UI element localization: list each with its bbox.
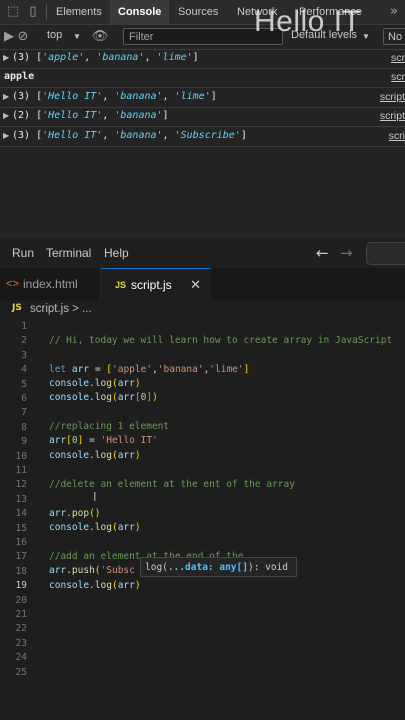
code-line-5[interactable]: console.log(arr)	[49, 378, 141, 389]
devtools-panel: ⬚ ▯ Elements Console Sources Network Per…	[0, 0, 405, 238]
chevron-down-icon[interactable]: ▼	[73, 32, 81, 41]
expand-arrow-icon[interactable]: ▶	[3, 92, 9, 101]
close-icon[interactable]: ✕	[190, 269, 201, 301]
line-number: 12	[15, 479, 27, 491]
editor-tabs: <> index.html JS script.js ✕	[0, 268, 405, 300]
line-number: 22	[15, 623, 27, 635]
menu-help[interactable]: Help	[104, 246, 129, 260]
command-center[interactable]	[366, 242, 405, 265]
clear-console-icon[interactable]: ⊘	[14, 28, 32, 46]
line-number: 23	[15, 637, 27, 649]
line-number: 24	[15, 652, 27, 664]
console-value: apple	[4, 71, 35, 82]
console-array: (2) ['Hello IT', 'banana']	[12, 110, 169, 121]
line-number: 20	[15, 594, 27, 606]
tab-console[interactable]: Console	[110, 0, 170, 24]
tab-script-js[interactable]: JS script.js ✕	[101, 268, 211, 300]
eye-icon[interactable]: 👁	[91, 28, 109, 46]
console-message[interactable]: ▶ (3) ['Hello IT', 'banana', 'Subscribe'…	[0, 128, 405, 147]
expand-arrow-icon[interactable]: ▶	[3, 53, 9, 62]
divider	[46, 4, 47, 20]
source-link[interactable]: script	[380, 110, 405, 122]
code-line-10[interactable]: console.log(arr)	[49, 450, 141, 461]
line-number: 14	[15, 508, 27, 520]
tab-index-html[interactable]: <> index.html	[0, 268, 101, 300]
line-number: 11	[15, 465, 27, 476]
line-number: 4	[21, 364, 27, 376]
line-number: 17	[15, 551, 27, 563]
expand-arrow-icon[interactable]: ▶	[3, 111, 9, 120]
line-number: 13	[15, 493, 27, 505]
code-line-8[interactable]: //replacing 1 element	[49, 421, 169, 432]
code-line-2[interactable]: // Hi, today we will learn how to create…	[49, 335, 392, 346]
watermark-logo: Hello IT	[254, 5, 362, 38]
line-number: 25	[15, 666, 27, 678]
line-number: 2	[21, 335, 27, 347]
line-number: 16	[15, 537, 27, 548]
line-number: 7	[21, 407, 27, 419]
code-line-4[interactable]: let arr = ['apple','banana','lime']	[49, 364, 249, 375]
line-number: 8	[21, 421, 27, 433]
code-line-9[interactable]: arr[0] = 'Hello IT'	[49, 435, 158, 446]
code-line-15[interactable]: console.log(arr)	[49, 522, 141, 533]
expand-arrow-icon[interactable]: ▶	[3, 131, 9, 140]
line-number: 19	[15, 580, 27, 592]
menu-terminal[interactable]: Terminal	[46, 246, 91, 260]
line-number: 3	[21, 349, 27, 361]
code-line-19[interactable]: console.log(arr)	[49, 580, 141, 591]
device-toolbar-icon[interactable]: ▯	[24, 3, 42, 21]
html-icon: <>	[6, 278, 19, 290]
line-number: 5	[21, 378, 27, 390]
chevron-down-icon[interactable]: ▼	[362, 32, 370, 41]
context-selector[interactable]: top	[47, 29, 62, 41]
line-number: 18	[15, 565, 27, 577]
more-tabs-icon[interactable]: »	[385, 3, 403, 21]
js-icon: JS	[12, 303, 22, 313]
tab-label: index.html	[23, 277, 78, 291]
mouse-cursor-icon: I	[93, 490, 97, 504]
source-link[interactable]: scri	[389, 130, 405, 142]
line-number: 10	[15, 450, 27, 462]
line-number: 6	[21, 393, 27, 404]
console-array: (3) ['Hello IT', 'banana', 'lime']	[12, 91, 217, 102]
code-line-12[interactable]: //delete an element at the ent of the ar…	[49, 479, 295, 490]
inspect-element-icon[interactable]: ⬚	[4, 3, 22, 21]
source-link[interactable]: script	[380, 91, 405, 103]
source-link[interactable]: scr	[391, 71, 405, 83]
console-message[interactable]: ▶ (3) ['apple', 'banana', 'lime'] scr	[0, 50, 405, 69]
line-number: 21	[15, 609, 27, 620]
issues-button[interactable]: No	[383, 28, 405, 45]
line-number: 1	[21, 321, 27, 332]
console-array: (3) ['Hello IT', 'banana', 'Subscribe']	[12, 130, 247, 141]
breadcrumb-path[interactable]: script.js > ...	[30, 303, 92, 315]
js-icon: JS	[115, 280, 127, 290]
menu-bar: Run Terminal Help ← →	[0, 238, 405, 268]
breadcrumb: JS script.js > ...	[0, 300, 405, 320]
menu-run[interactable]: Run	[12, 246, 34, 260]
console-array: (3) ['apple', 'banana', 'lime']	[12, 52, 199, 63]
tab-elements[interactable]: Elements	[56, 0, 102, 24]
tab-label: script.js	[131, 278, 172, 292]
source-link[interactable]: scr	[391, 52, 405, 64]
line-number: 15	[15, 522, 27, 534]
forward-arrow-icon[interactable]: →	[340, 244, 353, 262]
back-arrow-icon[interactable]: ←	[316, 244, 329, 262]
code-line-6[interactable]: console.log(arr[0])	[49, 392, 158, 403]
console-message[interactable]: ▶ (3) ['Hello IT', 'banana', 'lime'] scr…	[0, 89, 405, 108]
console-message[interactable]: apple scr	[0, 69, 405, 88]
line-number: 9	[21, 436, 27, 448]
parameter-hint-tooltip: log(...data: any[]): void	[140, 557, 297, 577]
code-editor[interactable]: 1 2 3 4 5 6 7 8 9 10 11 12 13 14 15 16 17 18 19 20 21 22 23 24 2…	[0, 320, 405, 720]
code-line-18[interactable]: arr.push('Subsc	[49, 565, 135, 576]
tab-sources[interactable]: Sources	[178, 0, 218, 24]
console-message[interactable]: ▶ (2) ['Hello IT', 'banana'] script	[0, 108, 405, 127]
code-line-14[interactable]: arr.pop()	[49, 508, 101, 519]
